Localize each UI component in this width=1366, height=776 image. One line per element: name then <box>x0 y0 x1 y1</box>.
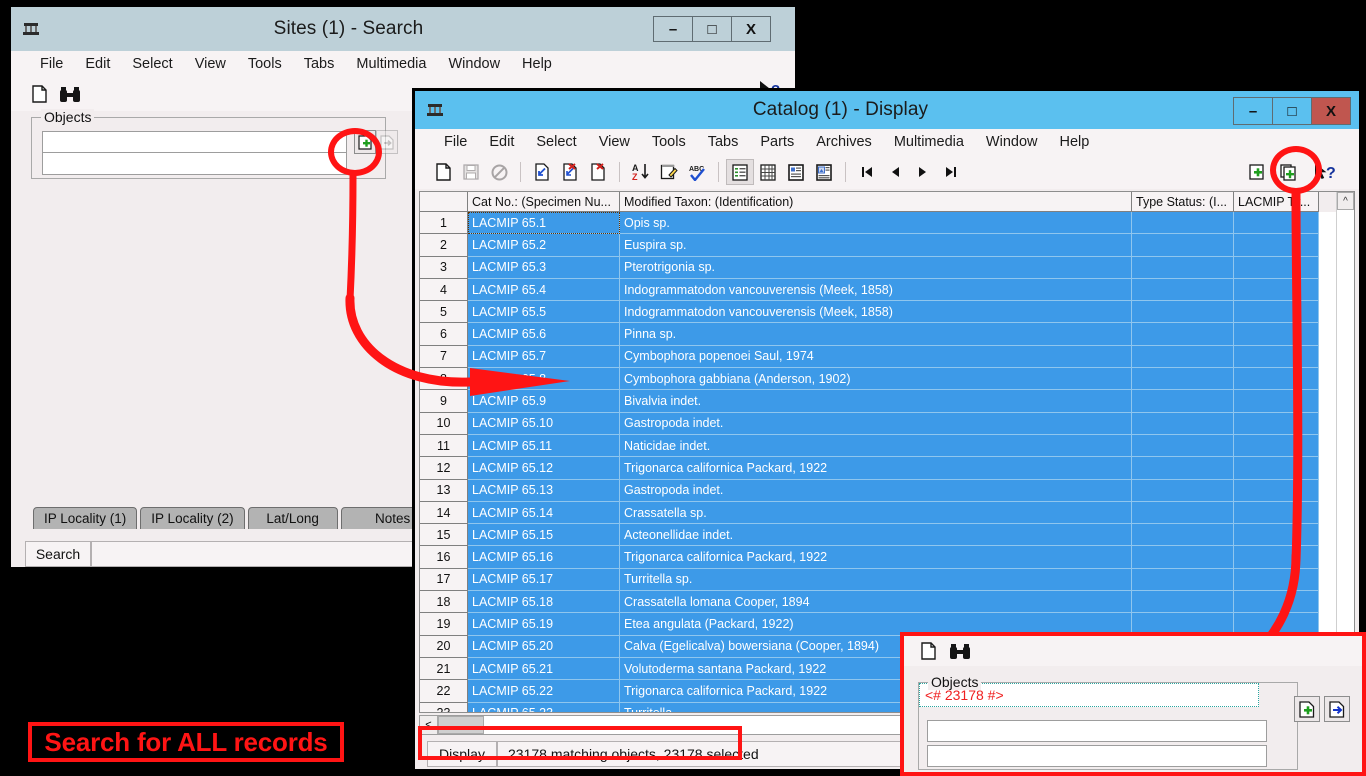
mini-add-object-button[interactable] <box>1294 696 1320 722</box>
mini-goto-object-button[interactable] <box>1324 696 1350 722</box>
mini-objects-input-2[interactable] <box>927 720 1267 742</box>
mini-objects-group: Objects <# 23178 #> <box>918 674 1298 770</box>
search-binoculars-icon[interactable] <box>942 638 978 664</box>
mini-objects-input-3[interactable] <box>927 745 1267 767</box>
annotation-callout-search-all-records: Search for ALL records <box>28 722 344 762</box>
search-objects-panel: Objects <# 23178 #> <box>900 632 1366 776</box>
new-record-icon[interactable] <box>914 638 942 664</box>
mini-objects-label: Objects <box>928 674 982 690</box>
mini-toolbar <box>904 636 1362 666</box>
